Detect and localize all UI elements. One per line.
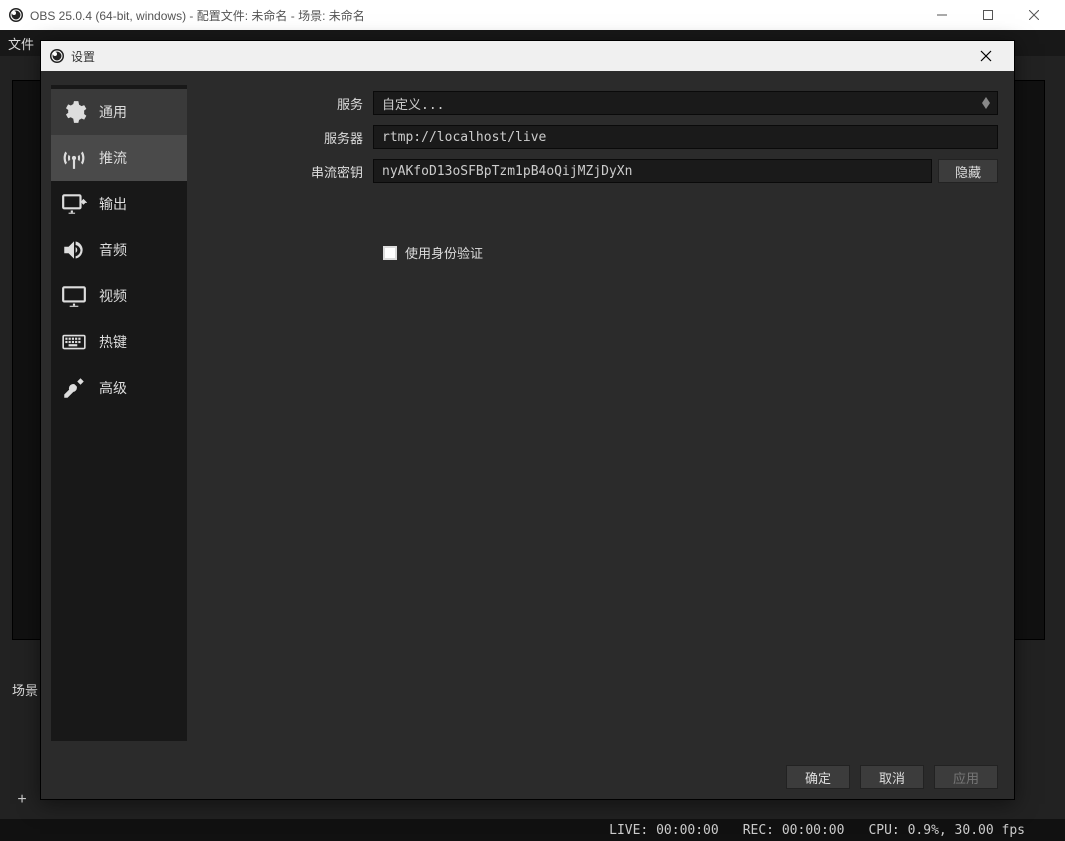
sidebar-item-label: 输出 [99, 194, 127, 214]
cancel-button[interactable]: 取消 [860, 765, 924, 789]
monitor-output-icon [59, 189, 89, 219]
status-rec: REC: 00:00:00 [743, 823, 845, 838]
window-title: OBS 25.0.4 (64-bit, windows) - 配置文件: 未命名… [30, 7, 919, 24]
hide-streamkey-button[interactable]: 隐藏 [938, 159, 998, 183]
minimize-button[interactable] [919, 0, 965, 30]
server-row: 服务器 rtmp://localhost/live [203, 125, 998, 149]
status-live: LIVE: 00:00:00 [609, 823, 719, 838]
server-label: 服务器 [203, 128, 373, 147]
maximize-button[interactable] [965, 0, 1011, 30]
scenes-panel-label: 场景 [12, 680, 38, 699]
keyboard-icon [59, 327, 89, 357]
sidebar-item-label: 视频 [99, 286, 127, 306]
sidebar-item-audio[interactable]: 音频 [51, 227, 187, 273]
menu-file[interactable]: 文件 [8, 34, 34, 53]
monitor-icon [59, 281, 89, 311]
server-value: rtmp://localhost/live [382, 130, 546, 145]
status-cpu: CPU: 0.9%, 30.00 fps [868, 823, 1025, 838]
sidebar-item-label: 热键 [99, 332, 127, 352]
tools-icon [59, 373, 89, 403]
streamkey-row: 串流密钥 nyAKfoD13oSFBpTzm1pB4oQijMZjDyXn 隐藏 [203, 159, 998, 183]
dialog-footer: 确定 取消 应用 [41, 755, 1014, 799]
use-auth-row: 使用身份验证 [383, 243, 998, 262]
obs-logo-icon [8, 7, 24, 23]
dialog-title: 设置 [71, 48, 966, 65]
sidebar-item-video[interactable]: 视频 [51, 273, 187, 319]
window-controls [919, 0, 1057, 30]
sidebar-item-label: 推流 [99, 148, 127, 168]
dialog-body: 通用 推流 输出 音频 [41, 71, 1014, 755]
dialog-close-button[interactable] [966, 41, 1006, 71]
gear-icon [59, 97, 89, 127]
dialog-titlebar: 设置 [41, 41, 1014, 71]
sidebar-item-output[interactable]: 输出 [51, 181, 187, 227]
add-scene-button[interactable]: + [10, 789, 34, 811]
settings-dialog: 设置 通用 推流 输出 [40, 40, 1015, 800]
sidebar-item-general[interactable]: 通用 [51, 89, 187, 135]
obs-logo-icon [49, 48, 65, 64]
streamkey-value: nyAKfoD13oSFBpTzm1pB4oQijMZjDyXn [382, 164, 632, 179]
sidebar-item-advanced[interactable]: 高级 [51, 365, 187, 411]
streamkey-input[interactable]: nyAKfoD13oSFBpTzm1pB4oQijMZjDyXn [373, 159, 932, 183]
sidebar-item-label: 高级 [99, 378, 127, 398]
ok-button[interactable]: 确定 [786, 765, 850, 789]
stream-settings-form: 服务 自定义... 服务器 rtmp://localhost/live [187, 71, 1014, 755]
speaker-icon [59, 235, 89, 265]
settings-sidebar: 通用 推流 输出 音频 [51, 85, 187, 741]
sidebar-item-label: 通用 [99, 102, 127, 122]
dropdown-arrows-icon [979, 94, 993, 112]
service-value: 自定义... [382, 94, 444, 113]
close-button[interactable] [1011, 0, 1057, 30]
use-auth-checkbox[interactable] [383, 246, 397, 260]
sidebar-item-stream[interactable]: 推流 [51, 135, 187, 181]
service-label: 服务 [203, 94, 373, 113]
sidebar-item-hotkeys[interactable]: 热键 [51, 319, 187, 365]
main-window-titlebar: OBS 25.0.4 (64-bit, windows) - 配置文件: 未命名… [0, 0, 1065, 30]
service-row: 服务 自定义... [203, 91, 998, 115]
sidebar-item-label: 音频 [99, 240, 127, 260]
use-auth-label: 使用身份验证 [405, 243, 483, 262]
status-bar: LIVE: 00:00:00 REC: 00:00:00 CPU: 0.9%, … [0, 819, 1065, 841]
antenna-icon [59, 143, 89, 173]
service-select[interactable]: 自定义... [373, 91, 998, 115]
apply-button[interactable]: 应用 [934, 765, 998, 789]
streamkey-label: 串流密钥 [203, 162, 373, 181]
server-input[interactable]: rtmp://localhost/live [373, 125, 998, 149]
